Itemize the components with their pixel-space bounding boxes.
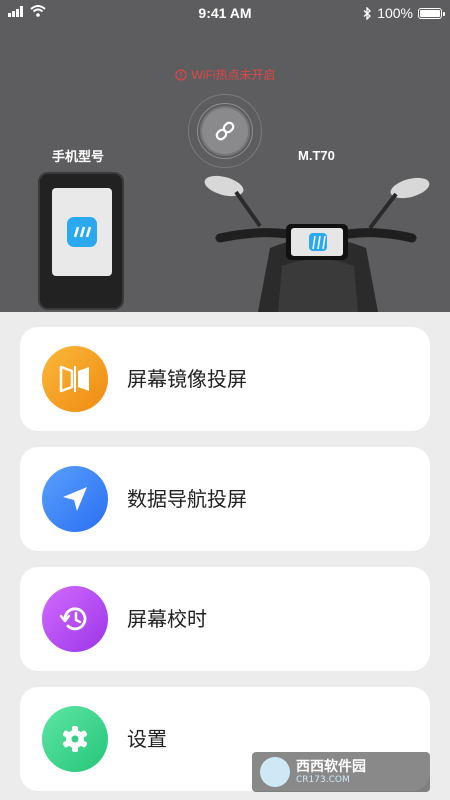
connect-indicator[interactable] [188, 94, 262, 168]
battery-icon [418, 7, 445, 19]
watermark-logo-icon [260, 757, 290, 787]
gear-icon [42, 706, 108, 772]
menu-label: 设置 [127, 727, 167, 751]
bluetooth-icon [363, 6, 372, 20]
bike-model-label: M.T70 [298, 148, 335, 163]
battery-percent: 100% [377, 5, 413, 21]
menu-label: 数据导航投屏 [127, 487, 247, 511]
watermark-subtitle: CR173.COM [296, 774, 350, 785]
navigation-cast-button[interactable]: 数据导航投屏 [20, 447, 430, 551]
mirror-icon [42, 346, 108, 412]
menu-label: 屏幕镜像投屏 [127, 367, 247, 391]
alert-circle-icon [174, 68, 187, 81]
watermark-title: 西西软件园 [296, 758, 366, 775]
mirror-cast-button[interactable]: 屏幕镜像投屏 [20, 327, 430, 431]
menu-label: 屏幕校时 [127, 607, 207, 631]
phone-illustration [38, 172, 124, 310]
navigation-icon [42, 466, 108, 532]
status-bar: 9:41 AM 100% [0, 0, 450, 26]
time-sync-button[interactable]: 屏幕校时 [20, 567, 430, 671]
phone-model-label: 手机型号 [52, 150, 105, 165]
watermark: 西西软件园 CR173.COM [252, 752, 430, 792]
device-connection-panel: 9:41 AM 100% WiFi热点未开启 手机型号 M.T70 [0, 0, 450, 312]
clock-history-icon [42, 586, 108, 652]
wifi-warning: WiFi热点未开启 [0, 66, 450, 83]
wifi-warning-text: WiFi热点未开启 [191, 68, 276, 82]
link-icon [215, 121, 235, 141]
scooter-illustration [204, 175, 430, 312]
app-logo-icon [67, 217, 97, 247]
